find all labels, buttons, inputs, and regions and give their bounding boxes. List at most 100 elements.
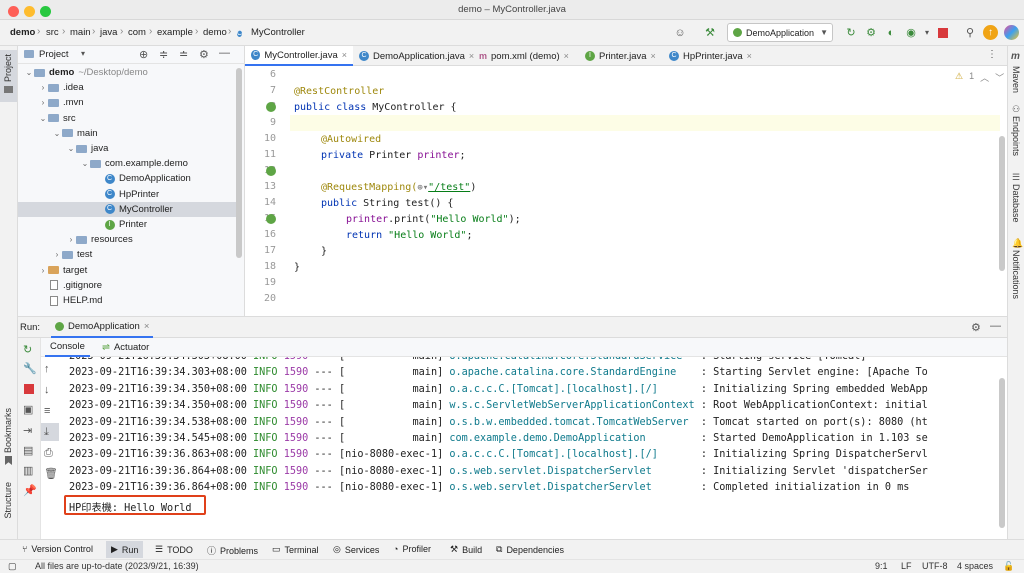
run-tab-demoapplication[interactable]: DemoApplication × bbox=[51, 317, 154, 338]
wrench-icon[interactable]: 🔧 bbox=[23, 362, 37, 375]
tab-actuator[interactable]: ⇌ Actuator bbox=[97, 338, 154, 357]
profiler-button[interactable]: ◔ Profiler bbox=[393, 544, 431, 554]
tree-item[interactable]: › resources bbox=[18, 232, 236, 247]
coverage-icon[interactable]: ◐ bbox=[883, 25, 899, 41]
scrollbar[interactable] bbox=[236, 68, 242, 258]
caret-position[interactable]: 9:1 bbox=[875, 561, 888, 571]
file-encoding[interactable]: UTF-8 bbox=[922, 561, 948, 571]
endpoints-tool-button[interactable]: Endpoints bbox=[1011, 116, 1021, 156]
tree-item[interactable]: C DemoApplication bbox=[18, 171, 236, 186]
chevron-right-icon[interactable]: › bbox=[38, 83, 48, 92]
code-line[interactable]: @RestController bbox=[294, 86, 384, 97]
code-line[interactable]: @RequestMapping(⊕▾"/test") bbox=[321, 182, 476, 193]
spring-endpoint-icon[interactable] bbox=[266, 214, 276, 224]
soft-wrap-icon[interactable]: ≡ bbox=[44, 405, 50, 417]
close-icon[interactable]: × bbox=[747, 51, 752, 61]
notifications-tool-button[interactable]: Notifications bbox=[1011, 250, 1021, 299]
chevron-down-icon[interactable]: ⌄ bbox=[24, 68, 34, 77]
collapse-all-icon[interactable]: ≐ bbox=[179, 48, 188, 61]
globe-icon[interactable]: ⊕▾ bbox=[417, 183, 428, 193]
layout-icon[interactable]: ▥ bbox=[23, 464, 33, 477]
rerun-icon[interactable]: ↻ bbox=[843, 25, 859, 41]
chevron-down-icon[interactable]: ⌄ bbox=[52, 129, 62, 138]
code-line[interactable]: } bbox=[321, 246, 327, 257]
terminal-button[interactable]: ▭ Terminal bbox=[272, 544, 319, 555]
build-button[interactable]: ⚒ Build bbox=[450, 544, 482, 555]
breadcrumb-item[interactable]: java bbox=[100, 27, 117, 38]
chevron-right-icon[interactable]: › bbox=[38, 98, 48, 107]
code-line[interactable]: return "Hello World"; bbox=[346, 230, 472, 241]
services-button[interactable]: ◎ Services bbox=[333, 544, 379, 555]
tree-item[interactable]: I Printer bbox=[18, 217, 236, 232]
tab-mycontroller[interactable]: C MyController.java × bbox=[245, 46, 353, 66]
rerun-icon[interactable]: ↻ bbox=[23, 343, 32, 356]
scroll-to-end-icon[interactable]: ⤓ bbox=[44, 426, 49, 439]
search-icon[interactable]: ⚲ bbox=[962, 25, 978, 41]
chevron-down-icon[interactable]: ▾ bbox=[919, 25, 935, 41]
run-tool-button[interactable]: ▶ Run bbox=[106, 541, 144, 558]
version-control-button[interactable]: ⑂ Version Control bbox=[22, 544, 93, 554]
chevron-down-icon[interactable]: ⌄ bbox=[80, 159, 90, 168]
breadcrumb-item[interactable]: com bbox=[128, 27, 146, 38]
code-line[interactable]: @Autowired bbox=[321, 134, 381, 145]
print-icon[interactable]: ⎙ bbox=[44, 447, 53, 460]
tab-console[interactable]: Console bbox=[45, 338, 90, 357]
debug-icon[interactable]: ⚙ bbox=[863, 25, 879, 41]
tree-item[interactable]: ⌄ com.example.demo bbox=[18, 156, 236, 171]
dependencies-button[interactable]: ⧉ Dependencies bbox=[496, 544, 564, 555]
code-line[interactable]: private Printer printer; bbox=[321, 150, 466, 161]
bookmarks-tool-button[interactable]: Bookmarks bbox=[3, 408, 13, 453]
breadcrumb-item[interactable]: src bbox=[46, 27, 59, 38]
chevron-down-icon[interactable]: ⌄ bbox=[66, 144, 76, 153]
chevron-right-icon[interactable]: › bbox=[38, 266, 48, 275]
stop-icon[interactable] bbox=[24, 384, 34, 394]
scrollbar[interactable] bbox=[999, 378, 1005, 528]
breadcrumb-item[interactable]: demo bbox=[10, 27, 35, 38]
chevron-right-icon[interactable]: › bbox=[52, 250, 62, 259]
tree-item[interactable]: ⌄ src bbox=[18, 111, 236, 126]
exit-icon[interactable]: ⇥ bbox=[23, 424, 32, 437]
breadcrumb-item[interactable]: MyController bbox=[251, 27, 305, 38]
pin-icon[interactable]: 📌 bbox=[23, 484, 37, 497]
project-view-title[interactable]: Project bbox=[39, 49, 69, 60]
maven-tool-button[interactable]: Maven bbox=[1011, 66, 1021, 93]
arrow-up-icon[interactable]: ↑ bbox=[44, 363, 50, 375]
code-line[interactable]: } bbox=[294, 262, 300, 273]
profile-icon[interactable]: ◉ bbox=[903, 25, 919, 41]
jetbrains-toolbox-icon[interactable] bbox=[1004, 25, 1019, 40]
tab-hpprinter[interactable]: C HpPrinter.java × bbox=[663, 46, 758, 66]
build-hammer-icon[interactable]: ⚒ bbox=[702, 25, 718, 41]
chevron-down-icon[interactable]: ﹀ bbox=[995, 71, 1004, 84]
indent-setting[interactable]: 4 spaces bbox=[957, 561, 993, 571]
tree-item[interactable]: › test bbox=[18, 247, 236, 262]
tree-item[interactable]: ⌄ java bbox=[18, 141, 236, 156]
tree-item[interactable]: HELP.md bbox=[18, 293, 236, 308]
chevron-down-icon[interactable]: ▾ bbox=[81, 49, 85, 58]
tree-item[interactable]: ⌄ main bbox=[18, 126, 236, 141]
tab-demoapplication[interactable]: C DemoApplication.java × bbox=[353, 46, 480, 66]
breadcrumb-item[interactable]: main bbox=[70, 27, 91, 38]
spring-bean-icon[interactable] bbox=[266, 166, 276, 176]
structure-tool-button[interactable]: Structure bbox=[3, 482, 13, 519]
chevron-down-icon[interactable]: ⌄ bbox=[38, 114, 48, 123]
close-icon[interactable]: × bbox=[564, 51, 569, 61]
breadcrumb-item[interactable]: demo bbox=[203, 27, 227, 38]
trash-icon[interactable]: 🗑 bbox=[44, 467, 58, 480]
scrollbar[interactable] bbox=[999, 136, 1005, 271]
expand-all-icon[interactable]: ≑ bbox=[159, 48, 168, 61]
layout-icon[interactable]: ▤ bbox=[23, 444, 33, 457]
camera-icon[interactable]: ▣ bbox=[23, 403, 33, 416]
gear-icon[interactable]: ⚙ bbox=[971, 321, 981, 334]
more-tabs-icon[interactable]: ⋮ bbox=[987, 49, 997, 60]
close-icon[interactable]: × bbox=[342, 50, 347, 60]
tree-item[interactable]: C HpPrinter bbox=[18, 187, 236, 202]
stop-icon[interactable] bbox=[938, 28, 948, 38]
database-tool-button[interactable]: Database bbox=[1011, 184, 1021, 223]
minimize-panel-icon[interactable]: — bbox=[219, 47, 230, 59]
tab-printer[interactable]: I Printer.java × bbox=[579, 46, 662, 66]
chevron-right-icon[interactable]: › bbox=[66, 235, 76, 244]
tab-pom[interactable]: m pom.xml (demo) × bbox=[473, 46, 575, 66]
tree-item[interactable]: .gitignore bbox=[18, 278, 236, 293]
minimize-panel-icon[interactable]: — bbox=[990, 320, 1001, 332]
code-line[interactable]: public class MyController { bbox=[294, 102, 457, 113]
